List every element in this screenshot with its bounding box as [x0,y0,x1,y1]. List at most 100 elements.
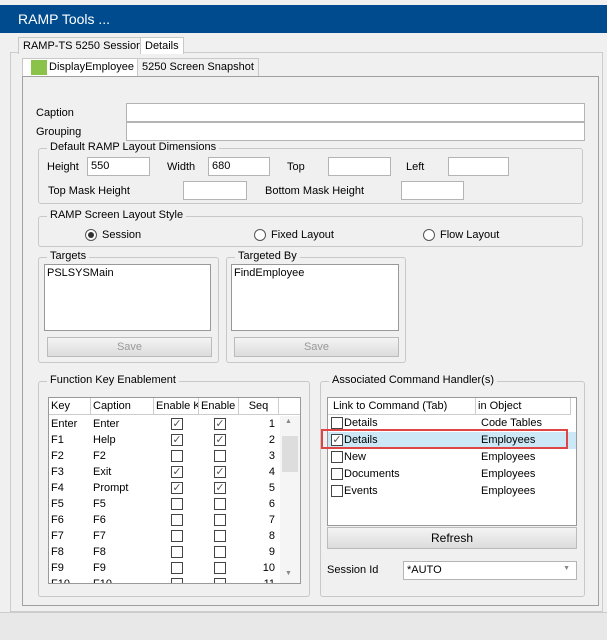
list-item[interactable]: PSLSYSMain [47,267,208,279]
fk-key-cell[interactable]: F5 [49,496,91,512]
radio-session[interactable]: Session [85,229,141,241]
handler-row[interactable]: Documents Employees [328,466,576,483]
tab-details[interactable]: Details [140,37,184,54]
fk-seq-cell[interactable]: 9 [239,544,277,560]
handler-object-cell[interactable]: Employees [479,483,574,499]
fk-seq-cell[interactable]: 3 [239,448,277,464]
fk-seq-cell[interactable]: 10 [239,560,277,576]
enable-key-checkbox[interactable] [171,578,183,583]
height-input[interactable]: 550 [87,157,150,176]
grouping-input[interactable] [126,122,585,141]
handler-object-cell[interactable]: Employees [479,449,574,465]
list-item[interactable]: FindEmployee [234,267,396,279]
enable-checkbox[interactable] [214,578,226,583]
enable-checkbox[interactable]: ✓ [214,466,226,478]
command-handler-grid[interactable]: Link to Command (Tab) in Object Details … [327,397,577,526]
fk-key-cell[interactable]: F1 [49,432,91,448]
top-input[interactable] [328,157,391,176]
fk-key-cell[interactable]: F2 [49,448,91,464]
col-enable[interactable]: Enable [199,398,239,415]
enable-key-checkbox[interactable]: ✓ [171,418,183,430]
radio-fixed-layout[interactable]: Fixed Layout [254,229,334,241]
handler-command-cell[interactable]: Events [342,483,472,499]
enable-key-checkbox[interactable] [171,450,183,462]
enable-key-checkbox[interactable] [171,562,183,574]
fk-seq-cell[interactable]: 1 [239,416,277,432]
bottom-mask-input[interactable] [401,181,464,200]
session-id-combo[interactable]: *AUTO ▼ [403,561,577,580]
col-enable-key[interactable]: Enable K [154,398,199,415]
enable-key-checkbox[interactable] [171,498,183,510]
chevron-down-icon[interactable]: ▼ [563,565,570,572]
width-input[interactable]: 680 [208,157,270,176]
fk-key-cell[interactable]: F10 [49,576,91,583]
caption-input[interactable] [126,103,585,122]
fk-caption-cell[interactable]: Enter [91,416,154,432]
handler-command-cell[interactable]: New [342,449,472,465]
fk-key-cell[interactable]: F9 [49,560,91,576]
enable-checkbox[interactable]: ✓ [214,482,226,494]
enable-key-checkbox[interactable]: ✓ [171,482,183,494]
targeted-by-list[interactable]: FindEmployee [231,264,399,331]
enable-checkbox[interactable] [214,562,226,574]
enable-checkbox[interactable] [214,530,226,542]
enable-key-checkbox[interactable] [171,530,183,542]
fk-caption-cell[interactable]: F6 [91,512,154,528]
fk-seq-cell[interactable]: 7 [239,512,277,528]
enable-key-checkbox[interactable] [171,514,183,526]
enable-key-checkbox[interactable]: ✓ [171,434,183,446]
fk-key-cell[interactable]: F6 [49,512,91,528]
fk-key-cell[interactable]: F3 [49,464,91,480]
scroll-up-icon[interactable]: ▲ [285,418,292,425]
fk-seq-cell[interactable]: 6 [239,496,277,512]
fk-seq-cell[interactable]: 5 [239,480,277,496]
left-input[interactable] [448,157,509,176]
fk-key-cell[interactable]: F7 [49,528,91,544]
enable-key-checkbox[interactable]: ✓ [171,466,183,478]
targets-save-button[interactable]: Save [47,337,212,357]
fk-caption-cell[interactable]: F8 [91,544,154,560]
fk-seq-cell[interactable]: 4 [239,464,277,480]
fk-seq-cell[interactable]: 2 [239,432,277,448]
scroll-down-icon[interactable]: ▼ [285,570,292,577]
top-mask-input[interactable] [183,181,247,200]
fk-seq-cell[interactable]: 11 [239,576,277,583]
enable-checkbox[interactable] [214,514,226,526]
tab-ramp-ts-session[interactable]: RAMP-TS 5250 Session [18,37,148,54]
fk-key-cell[interactable]: F4 [49,480,91,496]
tab-screen-snapshot[interactable]: 5250 Screen Snapshot [137,58,259,76]
scroll-thumb[interactable] [282,436,298,472]
handler-object-cell[interactable]: Employees [479,466,574,482]
handler-row[interactable]: Events Employees [328,483,576,500]
enable-checkbox[interactable] [214,546,226,558]
fk-caption-cell[interactable]: F9 [91,560,154,576]
fk-caption-cell[interactable]: F2 [91,448,154,464]
col-in-object[interactable]: in Object [476,398,571,415]
fk-caption-cell[interactable]: F7 [91,528,154,544]
targeted-by-save-button[interactable]: Save [234,337,399,357]
col-seq[interactable]: Seq [239,398,279,415]
refresh-button[interactable]: Refresh [327,527,577,549]
col-key[interactable]: Key [49,398,91,415]
radio-flow-layout[interactable]: Flow Layout [423,229,499,241]
enable-key-checkbox[interactable] [171,546,183,558]
enable-checkbox[interactable] [214,450,226,462]
fk-caption-cell[interactable]: F10 [91,576,154,583]
handler-command-cell[interactable]: Documents [342,466,472,482]
vertical-scrollbar[interactable]: ▲ ▼ [280,416,300,583]
fk-key-cell[interactable]: F8 [49,544,91,560]
fk-caption-cell[interactable]: Help [91,432,154,448]
enable-checkbox[interactable]: ✓ [214,418,226,430]
function-key-grid[interactable]: Key Caption Enable K Enable Seq ▲ ▼ Ente… [48,397,301,584]
fk-caption-cell[interactable]: F5 [91,496,154,512]
fk-caption-cell[interactable]: Exit [91,464,154,480]
targets-list[interactable]: PSLSYSMain [44,264,211,331]
enable-checkbox[interactable]: ✓ [214,434,226,446]
handler-row[interactable]: New Employees [328,449,576,466]
fk-seq-cell[interactable]: 8 [239,528,277,544]
col-caption[interactable]: Caption [91,398,154,415]
enable-checkbox[interactable] [214,498,226,510]
col-link-command[interactable]: Link to Command (Tab) [328,398,476,415]
tab-display-employee[interactable]: DisplayEmployee [22,58,139,76]
fk-caption-cell[interactable]: Prompt [91,480,154,496]
